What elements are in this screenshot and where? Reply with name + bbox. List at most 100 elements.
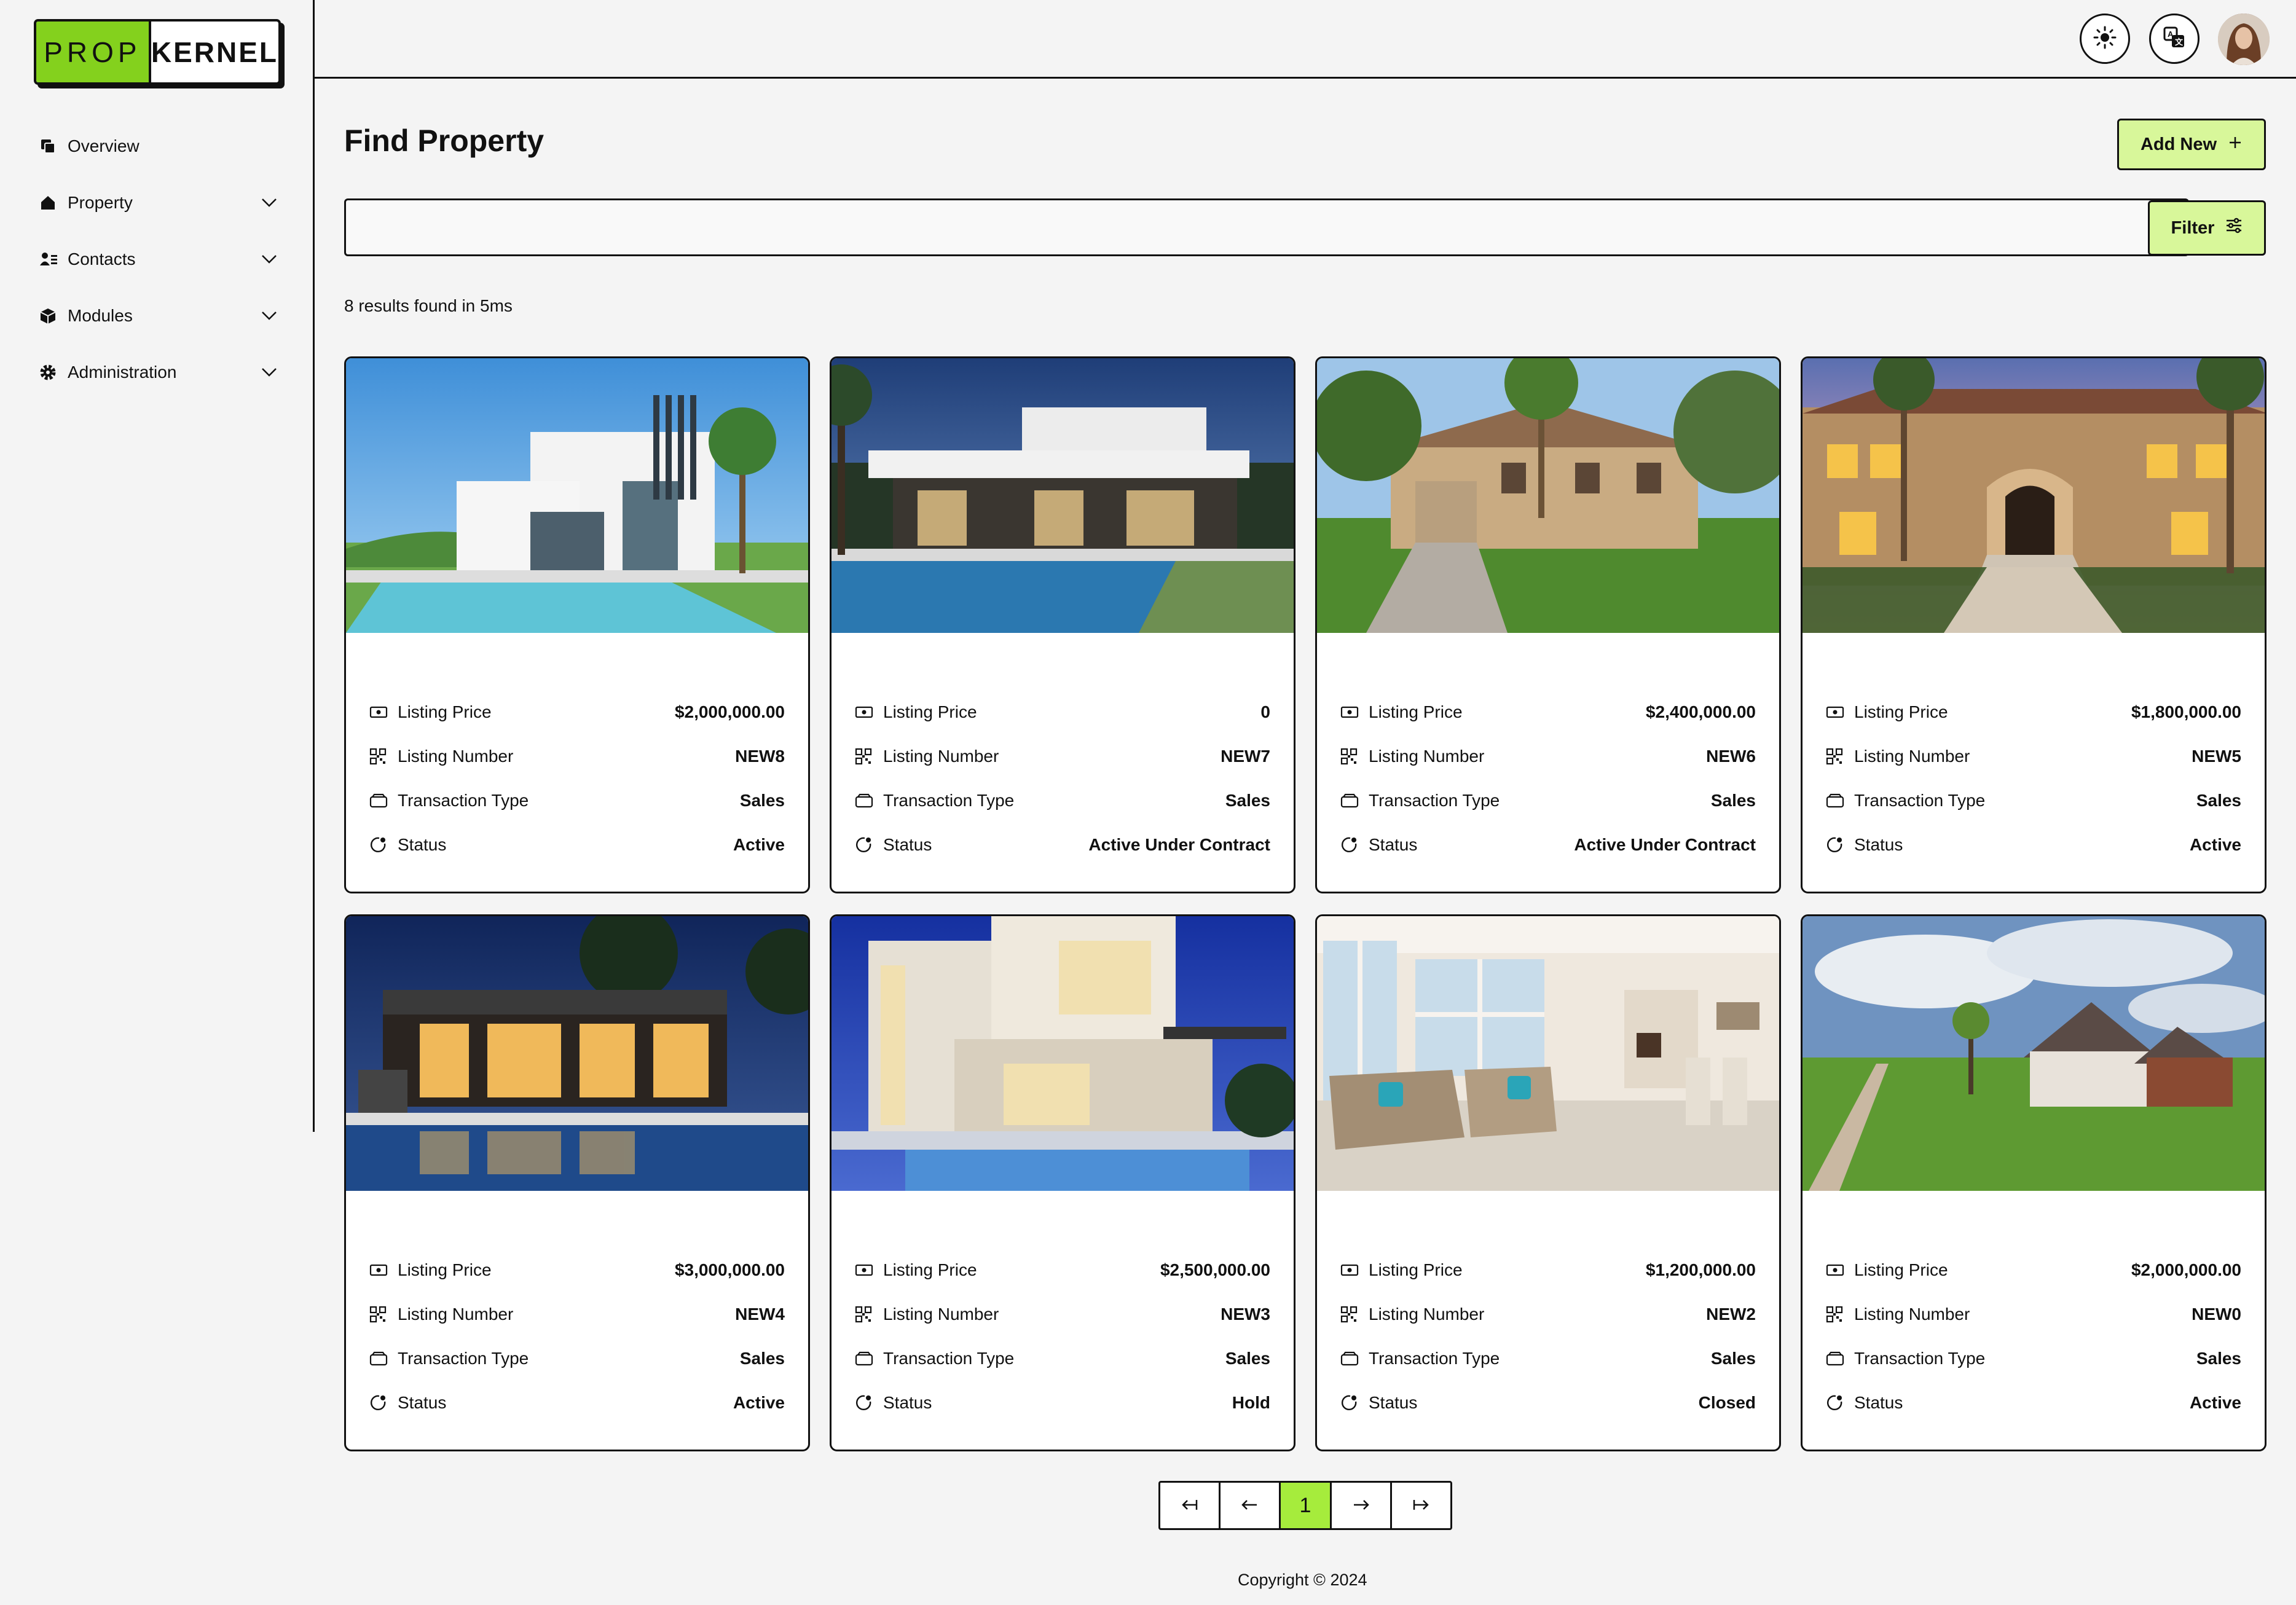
transaction-type-row: Transaction Type Sales — [1340, 779, 1756, 823]
theme-toggle-button[interactable] — [2080, 14, 2130, 64]
listing-number-label: Listing Number — [883, 747, 999, 766]
listing-number-row: Listing Number NEW8 — [369, 734, 785, 779]
sidebar-item-label: Property — [68, 193, 133, 212]
listing-price-label: Listing Price — [1369, 1260, 1463, 1279]
sidebar-nav: Overview Property Contacts Modules Admin… — [39, 118, 279, 401]
status-row: Status Closed — [1340, 1381, 1756, 1425]
status-icon — [855, 1394, 883, 1411]
property-card[interactable]: Listing Price $2,000,000.00 Listing Numb… — [1801, 914, 2267, 1451]
status-row: Status Active — [1826, 1381, 2241, 1425]
property-photo — [832, 358, 1294, 633]
overview-icon — [39, 138, 68, 155]
wallet-icon — [1340, 1351, 1369, 1366]
transaction-type-label: Transaction Type — [1369, 791, 1500, 810]
status-icon — [1826, 836, 1854, 854]
listing-number-row: Listing Number NEW3 — [855, 1292, 1270, 1336]
sidebar-item-contacts[interactable]: Contacts — [39, 231, 279, 288]
qr-code-icon — [369, 1306, 398, 1323]
listing-price-label: Listing Price — [883, 1260, 977, 1279]
money-icon — [1340, 1263, 1369, 1277]
property-card[interactable]: Listing Price $3,000,000.00 Listing Numb… — [344, 914, 810, 1451]
status-row: Status Active Under Contract — [1340, 823, 1756, 867]
listing-price-value: $2,500,000.00 — [1160, 1260, 1270, 1279]
sidebar: PROP KERNEL Overview Property Contacts M… — [0, 0, 315, 1132]
sidebar-item-label: Contacts — [68, 249, 136, 269]
last-page-button[interactable] — [1392, 1483, 1450, 1528]
status-row: Status Active — [369, 1381, 785, 1425]
card-details: Listing Price $1,800,000.00 Listing Numb… — [1826, 690, 2241, 867]
transaction-type-value: Sales — [1225, 791, 1270, 810]
status-label: Status — [883, 1393, 932, 1412]
page-button-current[interactable]: 1 — [1280, 1483, 1332, 1528]
transaction-type-value: Sales — [739, 1349, 785, 1368]
transaction-type-value: Sales — [1225, 1349, 1270, 1368]
status-icon — [369, 836, 398, 854]
status-row: Status Active — [369, 823, 785, 867]
property-card[interactable]: Listing Price 0 Listing Number NEW7 Tran… — [830, 356, 1295, 893]
money-icon — [1340, 705, 1369, 719]
property-card[interactable]: Listing Price $2,000,000.00 Listing Numb… — [344, 356, 810, 893]
property-card[interactable]: Listing Price $2,400,000.00 Listing Numb… — [1315, 356, 1781, 893]
property-card[interactable]: Listing Price $1,800,000.00 Listing Numb… — [1801, 356, 2267, 893]
card-details: Listing Price $2,000,000.00 Listing Numb… — [369, 690, 785, 867]
listing-number-row: Listing Number NEW2 — [1340, 1292, 1756, 1336]
listing-price-value: $1,200,000.00 — [1645, 1260, 1756, 1279]
status-icon — [369, 1394, 398, 1411]
sidebar-item-overview[interactable]: Overview — [39, 118, 279, 175]
brand-logo-part1: PROP — [36, 22, 151, 82]
card-details: Listing Price $1,200,000.00 Listing Numb… — [1340, 1248, 1756, 1425]
transaction-type-row: Transaction Type Sales — [1826, 779, 2241, 823]
property-photo — [1317, 916, 1779, 1191]
listing-price-row: Listing Price $1,200,000.00 — [1340, 1248, 1756, 1292]
user-avatar[interactable] — [2218, 14, 2270, 65]
property-photo — [1803, 916, 2265, 1191]
sliders-icon — [2225, 218, 2243, 238]
brand-logo[interactable]: PROP KERNEL — [34, 19, 281, 85]
next-page-button[interactable] — [1332, 1483, 1393, 1528]
transaction-type-label: Transaction Type — [398, 791, 529, 810]
card-details: Listing Price $2,500,000.00 Listing Numb… — [855, 1248, 1270, 1425]
previous-page-button[interactable] — [1221, 1483, 1281, 1528]
add-new-button[interactable]: Add New — [2117, 119, 2266, 170]
sidebar-item-administration[interactable]: Administration — [39, 344, 279, 401]
listing-number-value: NEW2 — [1706, 1305, 1756, 1324]
transaction-type-label: Transaction Type — [1854, 791, 1986, 810]
listing-number-row: Listing Number NEW0 — [1826, 1292, 2241, 1336]
property-card[interactable]: Listing Price $2,500,000.00 Listing Numb… — [830, 914, 1295, 1451]
chevron-down-icon[interactable] — [259, 249, 279, 269]
sidebar-item-property[interactable]: Property — [39, 175, 279, 231]
search-bar — [344, 198, 2189, 256]
listing-number-value: NEW6 — [1706, 747, 1756, 766]
chevron-down-icon[interactable] — [259, 193, 279, 213]
wallet-icon — [1826, 793, 1854, 808]
status-value: Active — [733, 835, 785, 854]
status-value: Active — [733, 1393, 785, 1412]
listing-price-label: Listing Price — [883, 702, 977, 721]
listing-number-row: Listing Number NEW5 — [1826, 734, 2241, 779]
search-input[interactable] — [346, 200, 2132, 254]
language-button[interactable]: A文 — [2149, 14, 2200, 64]
first-page-button[interactable] — [1160, 1483, 1221, 1528]
gear-icon — [39, 364, 68, 381]
status-icon — [855, 836, 883, 854]
status-label: Status — [1369, 1393, 1418, 1412]
listing-price-label: Listing Price — [398, 1260, 492, 1279]
transaction-type-row: Transaction Type Sales — [1340, 1336, 1756, 1381]
property-card[interactable]: Listing Price $1,200,000.00 Listing Numb… — [1315, 914, 1781, 1451]
transaction-type-value: Sales — [2196, 791, 2241, 810]
transaction-type-row: Transaction Type Sales — [369, 779, 785, 823]
sidebar-item-modules[interactable]: Modules — [39, 288, 279, 344]
filter-button[interactable]: Filter — [2148, 200, 2266, 256]
status-value: Hold — [1232, 1393, 1270, 1412]
add-new-label: Add New — [2140, 134, 2217, 154]
status-row: Status Active Under Contract — [855, 823, 1270, 867]
transaction-type-row: Transaction Type Sales — [855, 779, 1270, 823]
listing-number-label: Listing Number — [1369, 747, 1485, 766]
listing-price-row: Listing Price $3,000,000.00 — [369, 1248, 785, 1292]
sidebar-item-label: Administration — [68, 363, 177, 382]
card-details: Listing Price 0 Listing Number NEW7 Tran… — [855, 690, 1270, 867]
chevron-down-icon[interactable] — [259, 363, 279, 382]
chevron-down-icon[interactable] — [259, 306, 279, 326]
listing-number-label: Listing Number — [1369, 1305, 1485, 1324]
listing-price-value: $1,800,000.00 — [2131, 702, 2241, 721]
